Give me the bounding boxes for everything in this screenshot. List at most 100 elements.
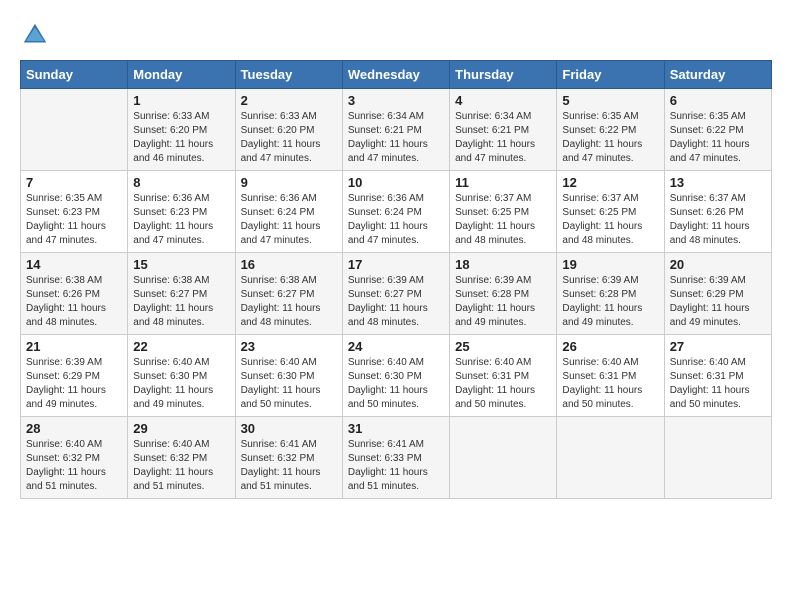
cell-details: Sunrise: 6:37 AMSunset: 6:25 PMDaylight:… bbox=[455, 192, 551, 248]
calendar-cell bbox=[557, 417, 664, 499]
week-row-5: 28 Sunrise: 6:40 AMSunset: 6:32 PMDayligh… bbox=[21, 417, 772, 499]
cell-details: Sunrise: 6:34 AMSunset: 6:21 PMDaylight:… bbox=[348, 110, 444, 166]
calendar-cell: 21 Sunrise: 6:39 AMSunset: 6:29 PMDayligh… bbox=[21, 335, 128, 417]
day-number: 15 bbox=[133, 257, 229, 272]
calendar-cell: 29 Sunrise: 6:40 AMSunset: 6:32 PMDayligh… bbox=[128, 417, 235, 499]
header-cell-friday: Friday bbox=[557, 61, 664, 89]
calendar-cell: 6 Sunrise: 6:35 AMSunset: 6:22 PMDaylight… bbox=[664, 89, 771, 171]
header-cell-wednesday: Wednesday bbox=[342, 61, 449, 89]
calendar-cell: 20 Sunrise: 6:39 AMSunset: 6:29 PMDayligh… bbox=[664, 253, 771, 335]
day-number: 9 bbox=[241, 175, 337, 190]
day-number: 17 bbox=[348, 257, 444, 272]
calendar-cell: 26 Sunrise: 6:40 AMSunset: 6:31 PMDayligh… bbox=[557, 335, 664, 417]
day-number: 6 bbox=[670, 93, 766, 108]
cell-details: Sunrise: 6:33 AMSunset: 6:20 PMDaylight:… bbox=[133, 110, 229, 166]
day-number: 23 bbox=[241, 339, 337, 354]
calendar-cell bbox=[664, 417, 771, 499]
page-header bbox=[20, 20, 772, 50]
calendar-cell: 2Sunrise: 6:33 AMSunset: 6:20 PMDaylight… bbox=[235, 89, 342, 171]
day-number: 27 bbox=[670, 339, 766, 354]
day-number: 29 bbox=[133, 421, 229, 436]
day-number: 7 bbox=[26, 175, 122, 190]
cell-details: Sunrise: 6:37 AMSunset: 6:26 PMDaylight:… bbox=[670, 192, 766, 248]
calendar-cell: 4 Sunrise: 6:34 AMSunset: 6:21 PMDaylight… bbox=[450, 89, 557, 171]
calendar-cell: 8Sunrise: 6:36 AMSunset: 6:23 PMDaylight… bbox=[128, 171, 235, 253]
cell-details: Sunrise: 6:38 AMSunset: 6:27 PMDaylight:… bbox=[241, 274, 337, 330]
day-number: 16 bbox=[241, 257, 337, 272]
day-number: 5 bbox=[562, 93, 658, 108]
calendar-cell: 11 Sunrise: 6:37 AMSunset: 6:25 PMDayligh… bbox=[450, 171, 557, 253]
cell-details: Sunrise: 6:41 AMSunset: 6:32 PMDaylight:… bbox=[241, 438, 337, 494]
calendar-cell: 7Sunrise: 6:35 AMSunset: 6:23 PMDaylight… bbox=[21, 171, 128, 253]
day-number: 4 bbox=[455, 93, 551, 108]
cell-details: Sunrise: 6:40 AMSunset: 6:30 PMDaylight:… bbox=[133, 356, 229, 412]
week-row-2: 7Sunrise: 6:35 AMSunset: 6:23 PMDaylight… bbox=[21, 171, 772, 253]
week-row-1: 1 Sunrise: 6:33 AMSunset: 6:20 PMDaylight… bbox=[21, 89, 772, 171]
cell-details: Sunrise: 6:40 AMSunset: 6:31 PMDaylight:… bbox=[670, 356, 766, 412]
calendar-cell: 28 Sunrise: 6:40 AMSunset: 6:32 PMDayligh… bbox=[21, 417, 128, 499]
cell-details: Sunrise: 6:40 AMSunset: 6:32 PMDaylight:… bbox=[133, 438, 229, 494]
calendar-cell: 25 Sunrise: 6:40 AMSunset: 6:31 PMDayligh… bbox=[450, 335, 557, 417]
header-cell-thursday: Thursday bbox=[450, 61, 557, 89]
day-number: 25 bbox=[455, 339, 551, 354]
calendar-cell: 30 Sunrise: 6:41 AMSunset: 6:32 PMDayligh… bbox=[235, 417, 342, 499]
day-number: 28 bbox=[26, 421, 122, 436]
header-cell-saturday: Saturday bbox=[664, 61, 771, 89]
cell-details: Sunrise: 6:39 AMSunset: 6:29 PMDaylight:… bbox=[26, 356, 122, 412]
day-number: 8 bbox=[133, 175, 229, 190]
day-number: 20 bbox=[670, 257, 766, 272]
day-number: 26 bbox=[562, 339, 658, 354]
week-row-4: 21 Sunrise: 6:39 AMSunset: 6:29 PMDayligh… bbox=[21, 335, 772, 417]
calendar-cell: 22Sunrise: 6:40 AMSunset: 6:30 PMDayligh… bbox=[128, 335, 235, 417]
cell-details: Sunrise: 6:38 AMSunset: 6:27 PMDaylight:… bbox=[133, 274, 229, 330]
header-cell-sunday: Sunday bbox=[21, 61, 128, 89]
cell-details: Sunrise: 6:35 AMSunset: 6:22 PMDaylight:… bbox=[670, 110, 766, 166]
cell-details: Sunrise: 6:33 AMSunset: 6:20 PMDaylight:… bbox=[241, 110, 337, 166]
calendar-cell: 16 Sunrise: 6:38 AMSunset: 6:27 PMDayligh… bbox=[235, 253, 342, 335]
calendar-cell: 12Sunrise: 6:37 AMSunset: 6:25 PMDayligh… bbox=[557, 171, 664, 253]
calendar-table: SundayMondayTuesdayWednesdayThursdayFrid… bbox=[20, 60, 772, 499]
logo bbox=[20, 20, 52, 50]
calendar-cell bbox=[21, 89, 128, 171]
calendar-cell: 15 Sunrise: 6:38 AMSunset: 6:27 PMDayligh… bbox=[128, 253, 235, 335]
calendar-cell: 1 Sunrise: 6:33 AMSunset: 6:20 PMDaylight… bbox=[128, 89, 235, 171]
day-number: 11 bbox=[455, 175, 551, 190]
calendar-cell: 31 Sunrise: 6:41 AMSunset: 6:33 PMDayligh… bbox=[342, 417, 449, 499]
calendar-cell: 13 Sunrise: 6:37 AMSunset: 6:26 PMDayligh… bbox=[664, 171, 771, 253]
calendar-cell: 18Sunrise: 6:39 AMSunset: 6:28 PMDayligh… bbox=[450, 253, 557, 335]
cell-details: Sunrise: 6:41 AMSunset: 6:33 PMDaylight:… bbox=[348, 438, 444, 494]
header-row: SundayMondayTuesdayWednesdayThursdayFrid… bbox=[21, 61, 772, 89]
day-number: 19 bbox=[562, 257, 658, 272]
calendar-cell: 23 Sunrise: 6:40 AMSunset: 6:30 PMDayligh… bbox=[235, 335, 342, 417]
header-cell-monday: Monday bbox=[128, 61, 235, 89]
header-cell-tuesday: Tuesday bbox=[235, 61, 342, 89]
calendar-cell: 14Sunrise: 6:38 AMSunset: 6:26 PMDayligh… bbox=[21, 253, 128, 335]
day-number: 3 bbox=[348, 93, 444, 108]
cell-details: Sunrise: 6:38 AMSunset: 6:26 PMDaylight:… bbox=[26, 274, 122, 330]
cell-details: Sunrise: 6:40 AMSunset: 6:31 PMDaylight:… bbox=[455, 356, 551, 412]
calendar-cell: 5Sunrise: 6:35 AMSunset: 6:22 PMDaylight… bbox=[557, 89, 664, 171]
day-number: 31 bbox=[348, 421, 444, 436]
cell-details: Sunrise: 6:40 AMSunset: 6:31 PMDaylight:… bbox=[562, 356, 658, 412]
day-number: 13 bbox=[670, 175, 766, 190]
logo-icon bbox=[20, 20, 50, 50]
calendar-cell: 3 Sunrise: 6:34 AMSunset: 6:21 PMDaylight… bbox=[342, 89, 449, 171]
cell-details: Sunrise: 6:36 AMSunset: 6:24 PMDaylight:… bbox=[241, 192, 337, 248]
calendar-cell: 24Sunrise: 6:40 AMSunset: 6:30 PMDayligh… bbox=[342, 335, 449, 417]
day-number: 30 bbox=[241, 421, 337, 436]
cell-details: Sunrise: 6:39 AMSunset: 6:29 PMDaylight:… bbox=[670, 274, 766, 330]
day-number: 18 bbox=[455, 257, 551, 272]
calendar-cell: 17 Sunrise: 6:39 AMSunset: 6:27 PMDayligh… bbox=[342, 253, 449, 335]
cell-details: Sunrise: 6:39 AMSunset: 6:27 PMDaylight:… bbox=[348, 274, 444, 330]
calendar-cell: 19 Sunrise: 6:39 AMSunset: 6:28 PMDayligh… bbox=[557, 253, 664, 335]
calendar-cell: 27 Sunrise: 6:40 AMSunset: 6:31 PMDayligh… bbox=[664, 335, 771, 417]
day-number: 1 bbox=[133, 93, 229, 108]
day-number: 21 bbox=[26, 339, 122, 354]
cell-details: Sunrise: 6:34 AMSunset: 6:21 PMDaylight:… bbox=[455, 110, 551, 166]
week-row-3: 14Sunrise: 6:38 AMSunset: 6:26 PMDayligh… bbox=[21, 253, 772, 335]
cell-details: Sunrise: 6:40 AMSunset: 6:32 PMDaylight:… bbox=[26, 438, 122, 494]
cell-details: Sunrise: 6:37 AMSunset: 6:25 PMDaylight:… bbox=[562, 192, 658, 248]
cell-details: Sunrise: 6:40 AMSunset: 6:30 PMDaylight:… bbox=[241, 356, 337, 412]
cell-details: Sunrise: 6:39 AMSunset: 6:28 PMDaylight:… bbox=[562, 274, 658, 330]
calendar-cell: 10Sunrise: 6:36 AMSunset: 6:24 PMDayligh… bbox=[342, 171, 449, 253]
